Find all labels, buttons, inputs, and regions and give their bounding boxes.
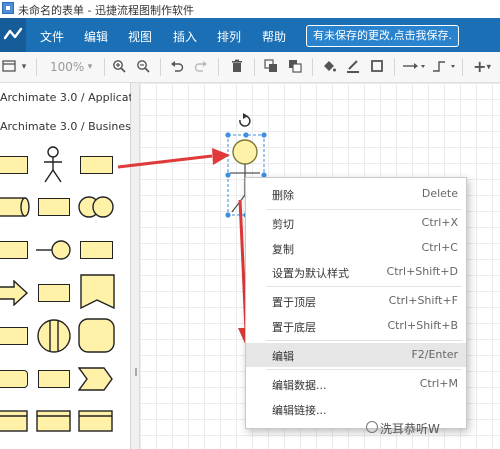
shape-interface[interactable] [36, 236, 72, 264]
section-title-archimate-business[interactable]: Archimate 3.0 / Business [0, 120, 137, 133]
toolbar-divider [312, 58, 313, 76]
menu-divider [266, 209, 462, 210]
shape-business-object[interactable] [36, 409, 72, 433]
line-color-icon[interactable] [346, 59, 360, 75]
menu-divider [266, 286, 462, 287]
toolbar: ▾ 100% ▾ +▾ [0, 52, 500, 83]
shape-rectangle[interactable] [0, 370, 28, 388]
context-menu: 删除 Delete 剪切 Ctrl+X 复制 Ctrl+C 设置为默认样式 Ct… [245, 177, 467, 429]
toolbar-divider [36, 58, 37, 76]
menu-bar: 文件 编辑 视图 插入 排列 帮助 有未保存的更改,点击我保存. [0, 18, 500, 52]
shape-role[interactable] [80, 156, 113, 174]
fill-color-icon[interactable] [322, 59, 336, 75]
zoom-out-icon[interactable] [136, 59, 150, 75]
waypoint-icon[interactable] [432, 59, 456, 75]
context-menu-item-copy[interactable]: 复制 Ctrl+C [246, 236, 466, 260]
app-icon [2, 2, 14, 14]
add-icon[interactable]: +▾ [470, 59, 494, 75]
context-menu-item-edit-link[interactable]: 编辑链接... [246, 397, 466, 421]
toolbar-divider [218, 58, 219, 76]
watermark-icon [366, 421, 378, 433]
shape-rectangle[interactable] [0, 327, 28, 345]
zoom-level[interactable]: 100% [50, 60, 84, 74]
shape-product[interactable] [80, 274, 116, 310]
menu-edit[interactable]: 编辑 [84, 28, 108, 45]
shape-rectangle[interactable] [38, 284, 70, 302]
format-dropdown-icon[interactable]: ▾ [20, 59, 28, 75]
watermark-text: 洗耳恭听W [380, 422, 440, 436]
shape-library-panel: Archimate 3.0 / Applicat... Archimate 3.… [0, 83, 143, 449]
redo-icon[interactable] [194, 59, 208, 75]
context-menu-item-cut[interactable]: 剪切 Ctrl+X [246, 211, 466, 235]
shape-rectangle[interactable] [38, 198, 70, 216]
toolbar-divider [254, 58, 255, 76]
unsaved-changes-button[interactable]: 有未保存的更改,点击我保存. [306, 25, 459, 47]
menu-help[interactable]: 帮助 [262, 28, 286, 45]
shape-cylinder[interactable] [0, 196, 30, 218]
toolbar-divider [104, 58, 105, 76]
panel-resize-handle[interactable] [131, 83, 140, 449]
undo-icon[interactable] [170, 59, 184, 75]
title-bar: 未命名的表单 - 迅捷流程图制作软件 [0, 0, 500, 18]
menu-divider [266, 340, 462, 341]
context-menu-item-edit-data[interactable]: 编辑数据... Ctrl+M [246, 372, 466, 396]
menu-view[interactable]: 视图 [128, 28, 152, 45]
shape-rectangle[interactable] [80, 241, 113, 259]
context-menu-item-edit[interactable]: 编辑 F2/Enter [246, 343, 466, 367]
shape-representation[interactable] [0, 409, 30, 433]
shadow-icon[interactable] [370, 59, 384, 75]
shape-event[interactable] [78, 366, 114, 392]
format-panel-icon[interactable] [2, 59, 16, 75]
shape-rectangle[interactable] [0, 241, 28, 259]
menu-divider [266, 369, 462, 370]
context-menu-item-to-back[interactable]: 置于底层 Ctrl+Shift+B [246, 314, 466, 338]
shape-contract[interactable] [36, 318, 72, 354]
shape-interaction[interactable] [78, 194, 114, 220]
toolbar-divider [160, 58, 161, 76]
menu-file[interactable]: 文件 [40, 28, 64, 45]
delete-icon[interactable] [230, 59, 244, 75]
shape-data-object[interactable] [78, 409, 114, 433]
toolbar-divider [462, 58, 463, 76]
shape-rectangle[interactable] [38, 370, 70, 388]
app-logo-icon[interactable] [0, 18, 26, 52]
connection-icon[interactable] [402, 59, 426, 75]
zoom-dropdown-icon[interactable]: ▾ [86, 59, 94, 75]
shape-rounded-rectangle[interactable] [78, 318, 116, 354]
section-title-archimate-application[interactable]: Archimate 3.0 / Applicat... [0, 91, 143, 104]
toolbar-divider [394, 58, 395, 76]
to-back-icon[interactable] [288, 59, 302, 75]
context-menu-item-delete[interactable]: 删除 Delete [246, 182, 466, 206]
shape-process-arrow[interactable] [0, 280, 30, 306]
shape-rectangle[interactable] [0, 156, 28, 174]
zoom-in-icon[interactable] [112, 59, 126, 75]
resize-grip-icon[interactable]: ‖ [134, 367, 138, 376]
context-menu-item-set-default-style[interactable]: 设置为默认样式 Ctrl+Shift+D [246, 260, 466, 284]
menu-insert[interactable]: 插入 [173, 28, 197, 45]
context-menu-item-to-front[interactable]: 置于顶层 Ctrl+Shift+F [246, 289, 466, 313]
menu-arrange[interactable]: 排列 [217, 28, 241, 45]
shape-actor[interactable] [40, 146, 66, 184]
to-front-icon[interactable] [264, 59, 278, 75]
window-title: 未命名的表单 - 迅捷流程图制作软件 [18, 4, 194, 17]
